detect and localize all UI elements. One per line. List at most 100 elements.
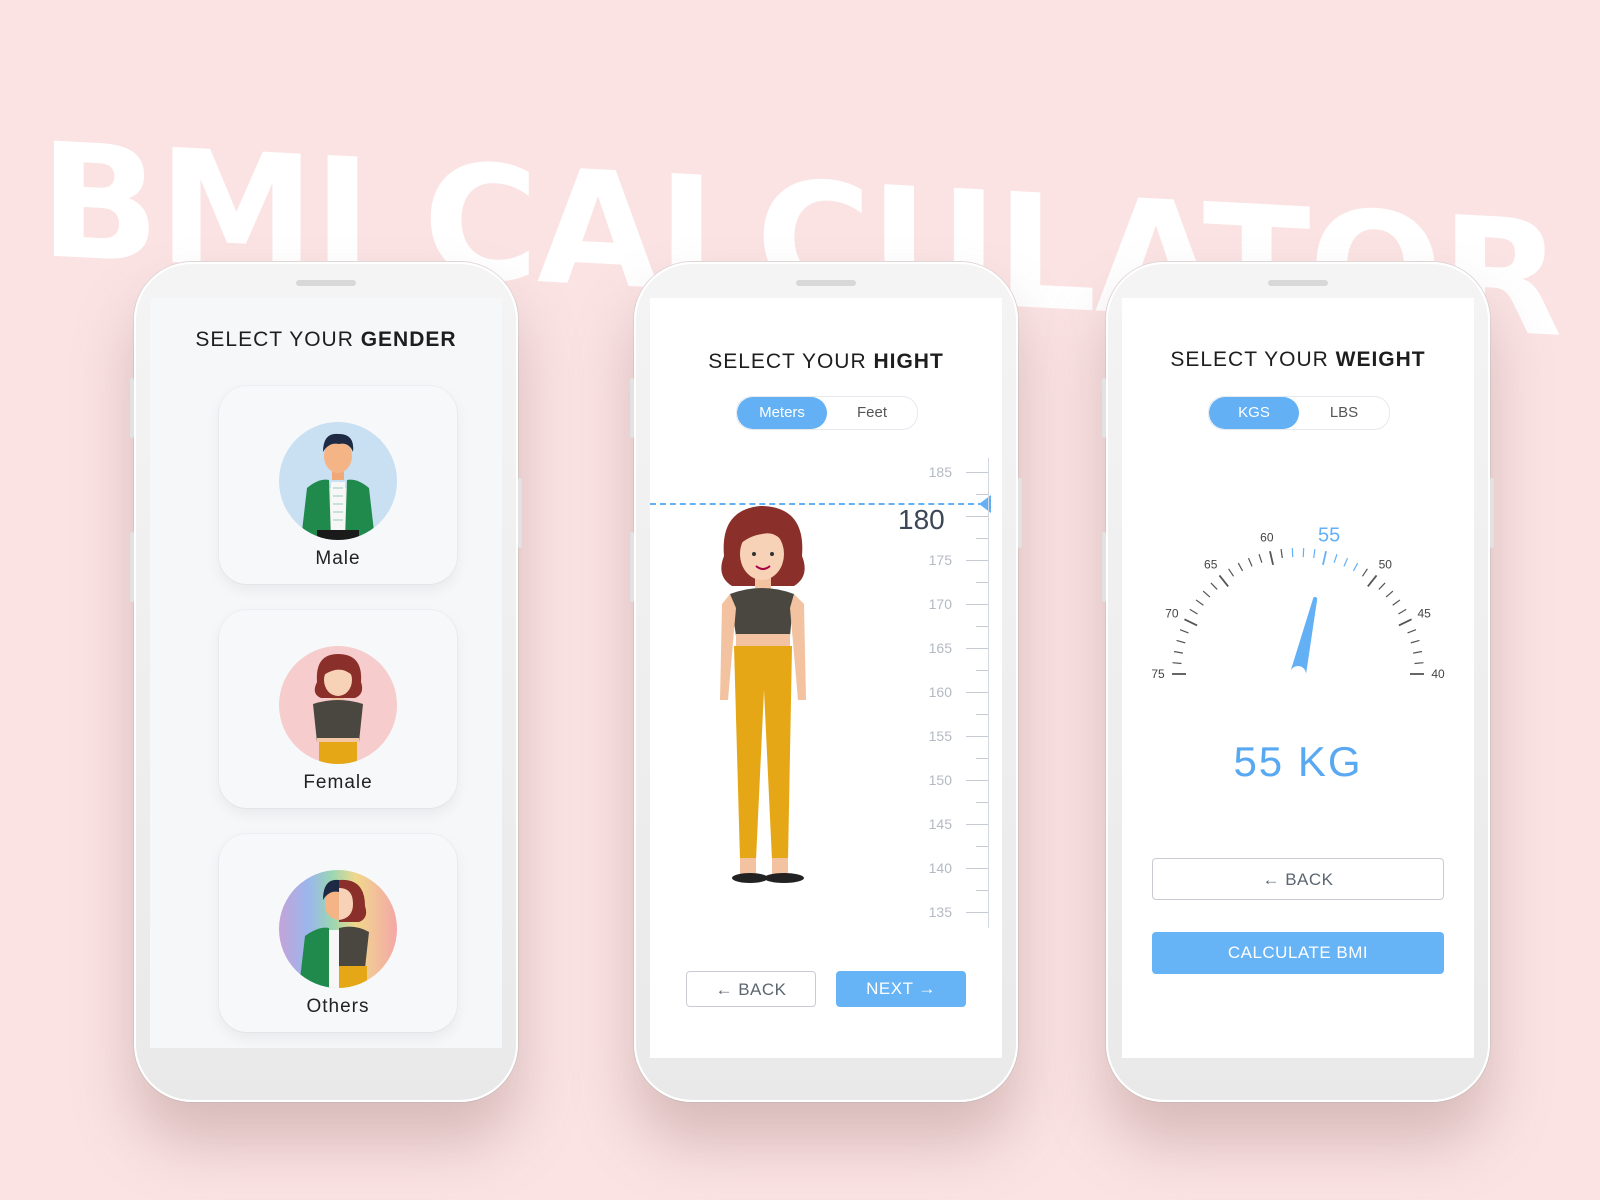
- gauge-label: 75: [1151, 667, 1165, 681]
- phone-speaker: [296, 280, 356, 286]
- gauge-tick: [1398, 618, 1412, 627]
- gauge-tick: [1322, 550, 1327, 566]
- weight-title: SELECT YOUR WEIGHT: [1170, 348, 1426, 371]
- gauge-tick: [1352, 562, 1359, 572]
- phone-side-button: [130, 532, 134, 602]
- gauge-tick: [1410, 639, 1420, 644]
- gauge-tick: [1195, 599, 1204, 606]
- gauge-tick: [1258, 553, 1263, 563]
- gauge-tick: [1179, 629, 1189, 634]
- gauge-tick: [1343, 557, 1349, 567]
- ruler-label: 140: [928, 860, 952, 876]
- gauge-tick: [1218, 574, 1229, 587]
- gauge-tick: [1237, 562, 1244, 572]
- phone-side-button: [1490, 478, 1494, 548]
- female-figure-icon: [710, 500, 820, 904]
- gender-option-female[interactable]: Female: [219, 610, 457, 808]
- gauge-tick: [1313, 549, 1316, 559]
- unit-feet-option[interactable]: Feet: [827, 397, 917, 429]
- female-avatar-icon: [279, 646, 397, 764]
- ruler-axis: [988, 458, 989, 928]
- gauge-tick: [1407, 629, 1417, 634]
- ruler-tick: [966, 692, 988, 693]
- gauge-label: 65: [1204, 558, 1218, 572]
- ruler-tick: [976, 538, 988, 539]
- height-back-button[interactable]: ← BACK: [686, 971, 816, 1007]
- gauge-tick: [1385, 590, 1394, 598]
- ruler-label: 185: [928, 464, 952, 480]
- ruler-label: 175: [928, 552, 952, 568]
- phone-side-button: [518, 478, 522, 548]
- ruler-tick: [966, 912, 988, 913]
- phone-gender: SELECT YOUR GENDER Male Female Others: [130, 262, 522, 1102]
- gauge-tick: [1172, 662, 1182, 665]
- gauge-tick: [1176, 639, 1186, 644]
- ruler-tick: [966, 472, 988, 473]
- gauge-tick: [1210, 582, 1218, 590]
- others-avatar-icon: [279, 870, 397, 988]
- height-unit-toggle[interactable]: Meters Feet: [736, 396, 918, 430]
- gender-title: SELECT YOUR GENDER: [195, 328, 457, 351]
- ruler-label: 170: [928, 596, 952, 612]
- ruler-tick: [976, 758, 988, 759]
- unit-kgs-option[interactable]: KGS: [1209, 397, 1299, 429]
- phone-speaker: [1268, 280, 1328, 286]
- gauge-label: 50: [1379, 558, 1393, 572]
- gender-option-label: Others: [306, 996, 370, 1017]
- ruler-tick: [976, 670, 988, 671]
- phone-side-button: [1102, 378, 1106, 438]
- ruler-tick: [966, 604, 988, 605]
- phone-side-button: [1102, 532, 1106, 602]
- ruler-tick: [966, 648, 988, 649]
- gender-option-male[interactable]: Male: [219, 386, 457, 584]
- phone-weight: SELECT YOUR WEIGHT KGS LBS 75 70 65 60 55 50 4…: [1102, 262, 1494, 1102]
- ruler-label: 145: [928, 816, 952, 832]
- gauge-label: 45: [1417, 606, 1431, 620]
- ruler-label: 150: [928, 772, 952, 788]
- weight-gauge[interactable]: 75 70 65 60 55 50 45 40: [1122, 498, 1474, 718]
- weight-unit-toggle[interactable]: KGS LBS: [1208, 396, 1390, 430]
- gauge-tick: [1202, 590, 1211, 598]
- ruler-tick: [976, 494, 988, 495]
- ruler-tick: [966, 824, 988, 825]
- phone-speaker: [796, 280, 856, 286]
- ruler-tick: [966, 780, 988, 781]
- ruler-tick: [976, 582, 988, 583]
- phone-side-button: [130, 378, 134, 438]
- ruler-label: 155: [928, 728, 952, 744]
- ruler-tick: [966, 868, 988, 869]
- height-next-button[interactable]: NEXT →: [836, 971, 966, 1007]
- calculate-bmi-button[interactable]: CALCULATE BMI: [1152, 932, 1444, 974]
- gender-option-others[interactable]: Others: [219, 834, 457, 1032]
- unit-meters-option[interactable]: Meters: [737, 397, 827, 429]
- ruler-tick: [976, 846, 988, 847]
- gauge-label: 70: [1165, 606, 1179, 620]
- ruler-tick: [976, 890, 988, 891]
- ruler-tick: [966, 736, 988, 737]
- gender-option-label: Male: [315, 548, 361, 569]
- gauge-tick: [1414, 662, 1424, 665]
- weight-screen: SELECT YOUR WEIGHT KGS LBS 75 70 65 60 55 50 4…: [1122, 298, 1474, 1058]
- height-selected-value: 180: [898, 504, 945, 535]
- gauge-label: 60: [1260, 531, 1274, 545]
- gauge-needle[interactable]: [1290, 596, 1318, 676]
- height-pointer-icon[interactable]: [979, 495, 991, 513]
- phone-side-button: [630, 378, 634, 438]
- gauge-tick: [1189, 608, 1198, 615]
- gauge-tick: [1269, 550, 1274, 566]
- gauge-label: 55: [1318, 525, 1340, 547]
- gauge-tick: [1378, 582, 1386, 590]
- ruler-tick: [976, 626, 988, 627]
- gauge-tick: [1367, 574, 1378, 587]
- ruler-tick: [966, 516, 988, 517]
- gauge-tick: [1333, 553, 1338, 563]
- height-screen: SELECT YOUR HIGHT Meters Feet 180 185 175…: [650, 298, 1002, 1058]
- phone-height: SELECT YOUR HIGHT Meters Feet 180 185 175…: [630, 262, 1022, 1102]
- unit-lbs-option[interactable]: LBS: [1299, 397, 1389, 429]
- weight-back-button[interactable]: ← BACK: [1152, 858, 1444, 900]
- gauge-tick: [1398, 608, 1407, 615]
- weight-value: 55 KG: [1233, 738, 1363, 785]
- gauge-tick: [1280, 549, 1283, 559]
- male-avatar-icon: [279, 422, 397, 540]
- ruler-tick: [976, 802, 988, 803]
